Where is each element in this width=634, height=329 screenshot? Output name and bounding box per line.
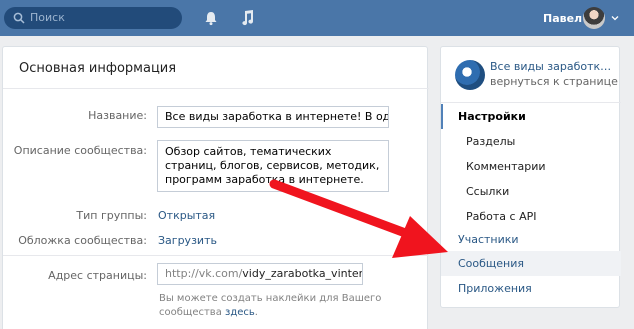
group-type-link[interactable]: Открытая — [158, 209, 215, 222]
sidebar-item-apps[interactable]: Приложения — [441, 276, 621, 301]
sidebar-item-api[interactable]: Работа с API — [441, 204, 621, 229]
stickers-hint: Вы можете создать наклейки для Вашего со… — [159, 293, 382, 318]
red-arrow-annotation-icon — [269, 179, 448, 258]
bell-icon[interactable] — [203, 10, 219, 26]
search-icon — [13, 12, 25, 24]
top-bar: Поиск Павел — [0, 0, 634, 36]
sidebar-item-sections[interactable]: Разделы — [441, 129, 621, 154]
sidebar-item-messages[interactable]: Сообщения — [441, 251, 621, 276]
hint-link[interactable]: здесь — [225, 307, 255, 318]
hint-text: Вы можете создать наклейки для Вашего со… — [159, 293, 382, 318]
group-type-label: Тип группы: — [76, 209, 147, 222]
sidebar-item-members[interactable]: Участники — [441, 227, 621, 252]
search-placeholder: Поиск — [30, 11, 65, 24]
name-label: Название: — [88, 109, 147, 122]
page-title: Основная информация — [19, 61, 177, 76]
back-to-page-link[interactable]: вернуться к странице — [490, 75, 618, 88]
group-name-link[interactable]: Все виды заработка в интернете — [490, 60, 614, 73]
user-name[interactable]: Павел — [543, 12, 582, 25]
upload-cover-link[interactable]: Загрузить — [158, 234, 217, 247]
sidebar-item-settings[interactable]: Настройки — [441, 104, 621, 129]
chevron-down-icon[interactable] — [611, 14, 619, 22]
address-label: Адрес страницы: — [48, 269, 147, 282]
divider — [3, 88, 429, 89]
group-avatar[interactable] — [455, 60, 485, 90]
sidebar-item-comments[interactable]: Комментарии — [441, 154, 621, 179]
address-prefix: http://vk.com/ — [165, 267, 243, 280]
avatar[interactable] — [583, 7, 605, 29]
cover-label: Обложка сообщества: — [18, 234, 147, 247]
name-field[interactable]: Все виды заработка в интернете! В одном … — [157, 106, 389, 128]
sidebar-item-links[interactable]: Ссылки — [441, 179, 621, 204]
sidebar: Все виды заработка в интернете вернуться… — [440, 46, 621, 308]
music-icon[interactable] — [239, 9, 255, 27]
search-input[interactable]: Поиск — [4, 7, 182, 29]
divider — [441, 102, 621, 103]
description-label: Описание сообщества: — [13, 144, 147, 157]
address-field[interactable]: http://vk.com/vidy_zarabotka_vinternete — [157, 263, 363, 285]
address-value: vidy_zarabotka_vinternete — [242, 267, 363, 280]
